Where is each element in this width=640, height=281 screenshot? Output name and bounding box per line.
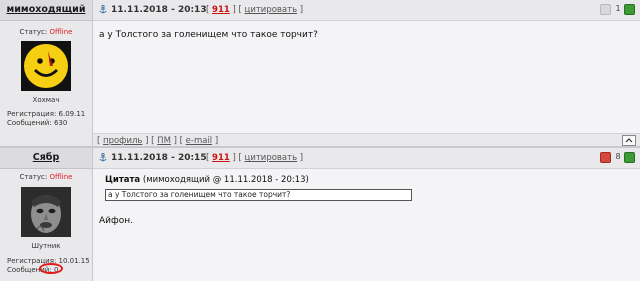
reg-date: 10.01.15 bbox=[58, 257, 90, 265]
post-text: а у Толстого за голенищем что такое торч… bbox=[99, 30, 318, 40]
email-link[interactable]: e-mail bbox=[186, 136, 213, 146]
quote-heading: Цитата (мимоходящий @ 11.11.2018 - 20:13… bbox=[105, 175, 309, 185]
user-meta: Регистрация: 6.09.11 Сообщений: 630 bbox=[7, 110, 85, 127]
reg-label: Регистрация: bbox=[7, 110, 57, 118]
post-links: [ 911 ] [ цитировать ] bbox=[206, 153, 304, 163]
quote-label: Цитата bbox=[105, 175, 141, 185]
status-label: Статус: bbox=[19, 28, 48, 36]
vote-count: 1 bbox=[615, 4, 621, 13]
post: мимоходящий Статус: Offline Хохмач Регис… bbox=[0, 0, 640, 148]
quote-link[interactable]: цитировать bbox=[245, 153, 298, 163]
user-rank: Шутник bbox=[31, 242, 61, 250]
reg-date: 6.09.11 bbox=[58, 110, 86, 118]
msgs-count: 630 bbox=[53, 118, 68, 127]
forum-thread: мимоходящий Статус: Offline Хохмач Регис… bbox=[0, 0, 640, 281]
status-value: Offline bbox=[49, 173, 73, 181]
post-links: [ 911 ] [ цитировать ] bbox=[206, 5, 304, 15]
post: Сябр Статус: Offline Шутник Регистрация:… bbox=[0, 148, 640, 281]
profile-link[interactable]: профиль bbox=[103, 136, 142, 146]
post-main: 11.11.2018 - 20:15 [ 911 ] [ цитировать … bbox=[93, 148, 640, 281]
author-status: Статус: Offline bbox=[0, 173, 92, 181]
author-panel: Сябр Статус: Offline Шутник Регистрация:… bbox=[0, 148, 93, 281]
vote-count: 8 bbox=[615, 152, 621, 161]
scroll-top-button[interactable] bbox=[622, 135, 636, 146]
highlight-circle bbox=[39, 263, 63, 274]
status-label: Статус: bbox=[19, 173, 48, 181]
post-header: 11.11.2018 - 20:13 [ 911 ] [ цитировать … bbox=[93, 0, 640, 21]
post-number[interactable]: 911 bbox=[212, 153, 230, 163]
author-link[interactable]: Сябр bbox=[33, 152, 60, 163]
author-status: Статус: Offline bbox=[0, 28, 92, 36]
author-link[interactable]: мимоходящий bbox=[7, 4, 86, 15]
post-text: Айфон. bbox=[99, 216, 133, 226]
status-value: Offline bbox=[49, 28, 73, 36]
vote-up-icon[interactable] bbox=[624, 4, 635, 15]
author-panel: мимоходящий Статус: Offline Хохмач Регис… bbox=[0, 0, 93, 148]
post-datetime: 11.11.2018 - 20:13 bbox=[111, 5, 207, 15]
vote-up-icon[interactable] bbox=[624, 152, 635, 163]
msgs-label: Сообщений: bbox=[7, 118, 52, 127]
post-datetime: 11.11.2018 - 20:15 bbox=[111, 153, 207, 163]
user-rank: Хохмач bbox=[32, 96, 60, 104]
vote-down-icon[interactable] bbox=[600, 152, 611, 163]
post-header: 11.11.2018 - 20:15 [ 911 ] [ цитировать … bbox=[93, 148, 640, 169]
vote-controls: 1 bbox=[600, 4, 635, 16]
quote-source: (мимоходящий @ 11.11.2018 - 20:13) bbox=[142, 175, 309, 185]
anchor-icon[interactable] bbox=[99, 153, 107, 162]
author-name-cell: мимоходящий bbox=[0, 0, 92, 21]
quote-box: а у Толстого за голенищем что такое торч… bbox=[105, 189, 412, 201]
post-main: 11.11.2018 - 20:13 [ 911 ] [ цитировать … bbox=[93, 0, 640, 148]
avatar bbox=[21, 187, 71, 237]
post-number[interactable]: 911 bbox=[212, 5, 230, 15]
anchor-icon[interactable] bbox=[99, 5, 107, 14]
vote-down-icon[interactable] bbox=[600, 4, 611, 15]
vote-controls: 8 bbox=[600, 152, 635, 164]
author-name-cell: Сябр bbox=[0, 148, 92, 169]
profile-links: [ профиль ] [ ПМ ] [ e-mail ] bbox=[97, 136, 219, 146]
scroll-top-icon bbox=[625, 138, 633, 143]
quote-link[interactable]: цитировать bbox=[245, 5, 298, 15]
avatar bbox=[21, 41, 71, 91]
pm-link[interactable]: ПМ bbox=[157, 136, 171, 146]
